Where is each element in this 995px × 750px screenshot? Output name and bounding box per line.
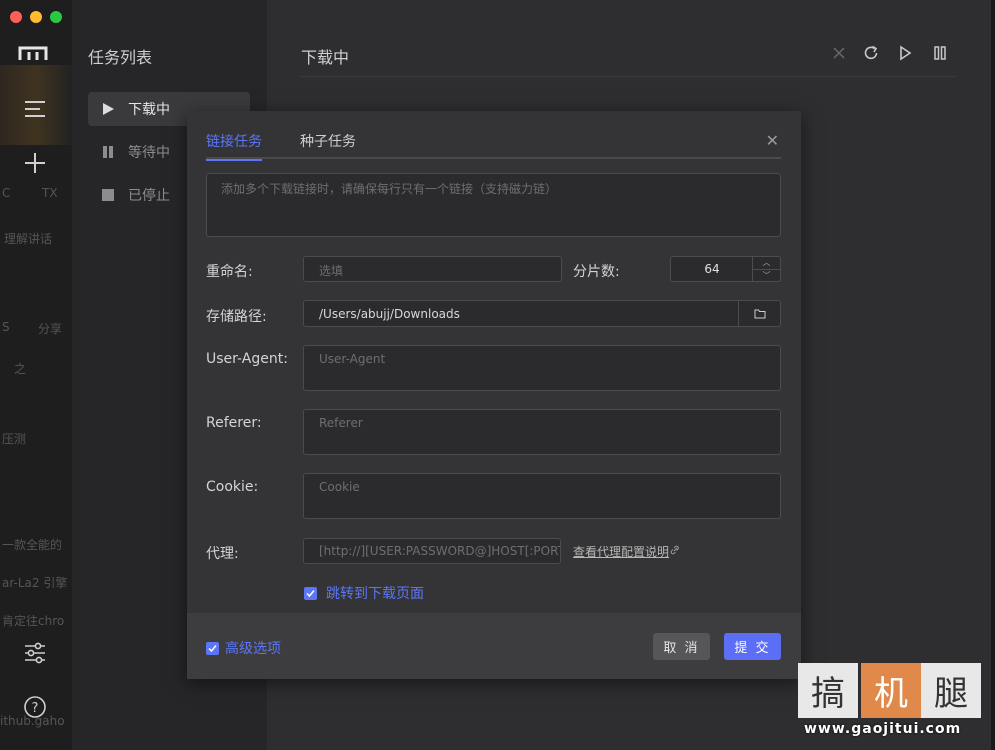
user-agent-placeholder: User-Agent	[319, 352, 386, 366]
split-label: 分片数:	[573, 264, 620, 280]
stepper-down-icon[interactable]: ﹀	[753, 269, 780, 282]
rename-label: 重命名:	[206, 264, 253, 280]
app-rail: ? C TX 理解讲话 S 分享 之 压测 一款全能的 ar-La2 引擎 肯定…	[0, 0, 72, 750]
cancel-button[interactable]: 取 消	[653, 633, 710, 660]
dialog-footer: 高级选项 取 消 提 交	[187, 613, 801, 679]
refresh-icon[interactable]	[862, 44, 880, 62]
task-list-item-label: 下载中	[128, 102, 170, 118]
cookie-placeholder: Cookie	[319, 480, 360, 494]
user-agent-label: User-Agent:	[206, 351, 288, 367]
split-count-value: 64	[704, 262, 720, 276]
links-textarea[interactable]: 添加多个下载链接时，请确保每行只有一个链接（支持磁力链）	[206, 173, 781, 237]
stop-icon	[100, 187, 116, 203]
page-title: 下载中	[301, 48, 350, 67]
bleed-text: 之	[14, 362, 27, 376]
cookie-input[interactable]: Cookie	[303, 473, 781, 519]
advanced-options-checkbox[interactable]: 高级选项	[206, 638, 281, 658]
jump-to-downloads-checkbox[interactable]: 跳转到下载页面	[304, 583, 424, 603]
window-edge	[991, 0, 995, 750]
header-divider	[301, 76, 955, 77]
pause-icon[interactable]	[931, 44, 949, 62]
proxy-label: 代理:	[206, 546, 239, 562]
bleed-text: 一款全能的	[2, 538, 63, 552]
settings-sliders-icon[interactable]	[22, 640, 48, 666]
task-list-item-label: 已停止	[128, 188, 170, 204]
app-logo-icon	[18, 46, 48, 60]
bleed-text: 理解讲话	[4, 232, 53, 246]
bleed-text: 肯定往chro	[2, 614, 65, 628]
link-icon	[670, 545, 679, 555]
path-label: 存储路径:	[206, 309, 267, 325]
referer-label: Referer:	[206, 415, 262, 431]
referer-input[interactable]: Referer	[303, 409, 781, 455]
task-list-item-label: 等待中	[128, 145, 170, 161]
path-input[interactable]: /Users/abujj/Downloads	[303, 300, 781, 327]
select-folder-button[interactable]	[738, 301, 780, 326]
play-icon[interactable]	[896, 44, 914, 62]
bleed-text: TX	[42, 186, 58, 200]
minimize-window-button[interactable]	[30, 11, 42, 23]
submit-button[interactable]: 提 交	[724, 633, 781, 660]
stepper-arrows: ︿ ﹀	[752, 257, 780, 281]
checkbox-checked-icon	[304, 586, 317, 600]
referer-placeholder: Referer	[319, 416, 363, 430]
jump-to-downloads-label: 跳转到下载页面	[326, 586, 424, 602]
dialog-close-icon[interactable]: ✕	[766, 131, 779, 150]
play-icon	[100, 101, 116, 117]
path-value: /Users/abujj/Downloads	[319, 307, 460, 321]
close-window-button[interactable]	[10, 11, 22, 23]
add-task-icon[interactable]	[22, 150, 48, 176]
proxy-placeholder: [http://][USER:PASSWORD@]HOST[:PORT]	[319, 544, 561, 558]
watermark-url: www.gaojitui.com	[804, 721, 962, 737]
rename-input[interactable]: 选填	[303, 256, 562, 282]
folder-icon	[754, 309, 765, 318]
rename-placeholder: 选填	[319, 264, 344, 278]
bleed-text: 分享	[38, 322, 63, 336]
zoom-window-button[interactable]	[50, 11, 62, 23]
cookie-label: Cookie:	[206, 479, 259, 495]
links-placeholder: 添加多个下载链接时，请确保每行只有一个链接（支持磁力链）	[221, 182, 558, 196]
user-agent-input[interactable]: User-Agent	[303, 345, 781, 391]
watermark-char: 机	[861, 663, 921, 718]
watermark: 搞 机 腿 www.gaojitui.com	[798, 663, 983, 740]
menu-icon[interactable]	[22, 96, 48, 122]
proxy-input[interactable]: [http://][USER:PASSWORD@]HOST[:PORT]	[303, 538, 561, 564]
split-count-stepper[interactable]: 64 ︿ ﹀	[670, 256, 781, 282]
bleed-text: 压测	[2, 432, 27, 446]
checkbox-checked-icon	[206, 641, 219, 655]
close-icon[interactable]	[830, 44, 848, 62]
advanced-options-label: 高级选项	[225, 641, 281, 657]
watermark-char: 搞	[798, 663, 858, 718]
proxy-help-link[interactable]: 查看代理配置说明	[573, 543, 669, 560]
bleed-text: ar-La2 引擎	[2, 576, 68, 590]
bleed-text: S	[2, 320, 10, 334]
bleed-text: C	[2, 186, 11, 200]
stepper-up-icon[interactable]: ︿	[753, 257, 780, 269]
pause-icon	[100, 144, 116, 160]
watermark-char: 腿	[921, 663, 981, 718]
task-list-title: 任务列表	[88, 48, 153, 67]
window-controls	[10, 11, 62, 23]
tabs-divider	[206, 157, 781, 159]
add-task-dialog: 链接任务 种子任务 ✕ 添加多个下载链接时，请确保每行只有一个链接（支持磁力链）…	[187, 111, 801, 679]
bleed-text: ithub.gaho	[0, 714, 65, 728]
